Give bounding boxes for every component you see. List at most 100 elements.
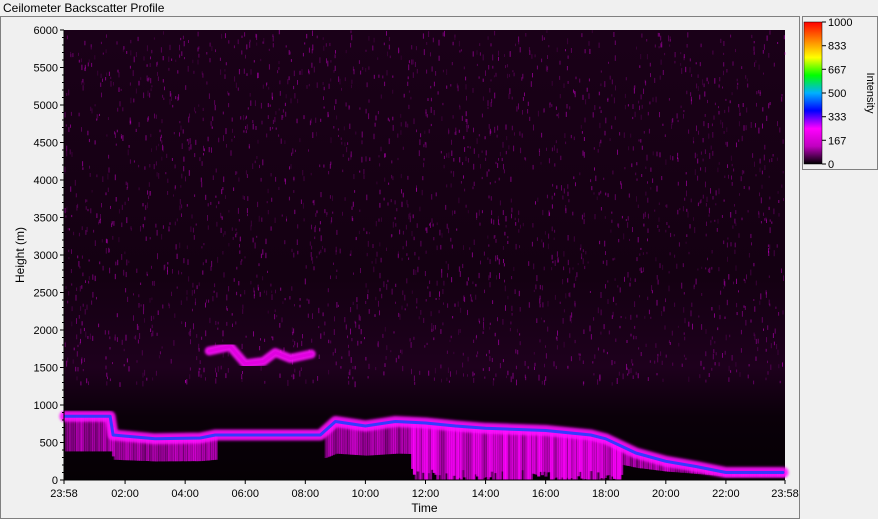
noise-speck: [739, 372, 741, 377]
noise-speck: [242, 371, 243, 374]
noise-speck: [707, 81, 709, 85]
noise-speck: [361, 156, 363, 163]
noise-speck: [723, 52, 725, 55]
noise-speck: [292, 339, 294, 342]
x-tick-label: 08:00: [292, 488, 320, 500]
noise-speck: [702, 158, 704, 162]
noise-speck: [395, 301, 396, 304]
noise-speck: [619, 287, 621, 293]
noise-speck: [220, 227, 222, 233]
noise-speck: [438, 310, 440, 314]
noise-speck: [429, 223, 430, 226]
noise-speck: [612, 258, 614, 261]
noise-speck: [632, 116, 634, 120]
noise-speck: [688, 251, 690, 255]
noise-speck: [330, 60, 332, 63]
noise-speck: [589, 325, 591, 332]
noise-speck: [497, 163, 499, 168]
noise-speck: [81, 127, 82, 132]
noise-speck: [177, 96, 179, 101]
noise-speck: [648, 128, 650, 134]
noise-speck: [106, 34, 107, 38]
noise-speck: [486, 353, 487, 357]
noise-speck: [67, 357, 69, 363]
noise-speck: [70, 53, 72, 58]
noise-speck: [669, 155, 671, 160]
noise-speck: [755, 174, 757, 177]
noise-speck: [440, 364, 442, 369]
noise-speck: [453, 158, 455, 162]
noise-speck: [778, 200, 780, 203]
noise-speck: [480, 260, 481, 265]
noise-speck: [245, 170, 247, 175]
noise-speck: [147, 90, 149, 97]
noise-speck: [193, 289, 195, 294]
noise-speck: [146, 377, 148, 381]
noise-speck: [158, 143, 160, 147]
noise-speck: [114, 336, 116, 341]
noise-speck: [84, 309, 86, 315]
noise-speck: [489, 88, 491, 93]
noise-speck: [107, 173, 109, 180]
noise-speck: [253, 60, 255, 63]
noise-speck: [666, 222, 668, 225]
noise-speck: [155, 114, 157, 119]
noise-speck: [256, 274, 258, 278]
noise-speck: [677, 152, 679, 157]
noise-speck: [660, 43, 662, 48]
noise-speck: [347, 142, 349, 145]
noise-speck: [712, 353, 714, 360]
noise-speck: [709, 152, 711, 159]
noise-speck: [171, 58, 173, 61]
noise-speck: [376, 181, 378, 185]
noise-speck: [585, 251, 587, 255]
noise-speck: [520, 147, 522, 154]
noise-speck: [108, 167, 110, 173]
noise-speck: [731, 163, 733, 167]
noise-speck: [284, 178, 286, 182]
noise-speck: [82, 167, 84, 170]
noise-speck: [153, 280, 155, 286]
noise-speck: [348, 157, 350, 161]
noise-speck: [411, 290, 413, 294]
noise-speck: [118, 87, 120, 92]
noise-speck: [582, 258, 584, 265]
noise-speck: [645, 191, 647, 196]
noise-speck: [88, 276, 90, 280]
noise-speck: [674, 60, 676, 64]
noise-speck: [285, 45, 287, 48]
noise-speck: [400, 113, 402, 118]
noise-speck: [237, 87, 239, 91]
noise-speck: [764, 165, 766, 170]
noise-speck: [431, 194, 433, 200]
noise-speck: [467, 210, 469, 214]
noise-speck: [186, 290, 188, 295]
noise-speck: [554, 294, 556, 300]
noise-speck: [168, 67, 170, 71]
noise-speck: [308, 83, 310, 87]
noise-speck: [553, 361, 555, 367]
noise-speck: [271, 197, 273, 202]
noise-speck: [293, 345, 295, 348]
noise-speck: [84, 66, 86, 72]
noise-speck: [764, 144, 766, 150]
noise-speck: [406, 278, 408, 284]
noise-speck: [312, 379, 314, 384]
noise-speck: [279, 80, 281, 85]
noise-speck: [324, 321, 326, 326]
noise-speck: [262, 249, 264, 255]
noise-speck: [68, 89, 70, 96]
noise-speck: [416, 223, 418, 228]
noise-speck: [705, 379, 707, 383]
noise-speck: [483, 321, 484, 328]
noise-speck: [178, 270, 180, 275]
noise-speck: [448, 227, 450, 234]
noise-speck: [354, 190, 356, 193]
noise-speck: [768, 104, 770, 108]
noise-speck: [446, 223, 448, 229]
noise-speck: [709, 267, 711, 273]
noise-speck: [351, 79, 353, 84]
noise-speck: [720, 38, 722, 43]
noise-speck: [207, 203, 209, 207]
noise-speck: [83, 327, 85, 332]
